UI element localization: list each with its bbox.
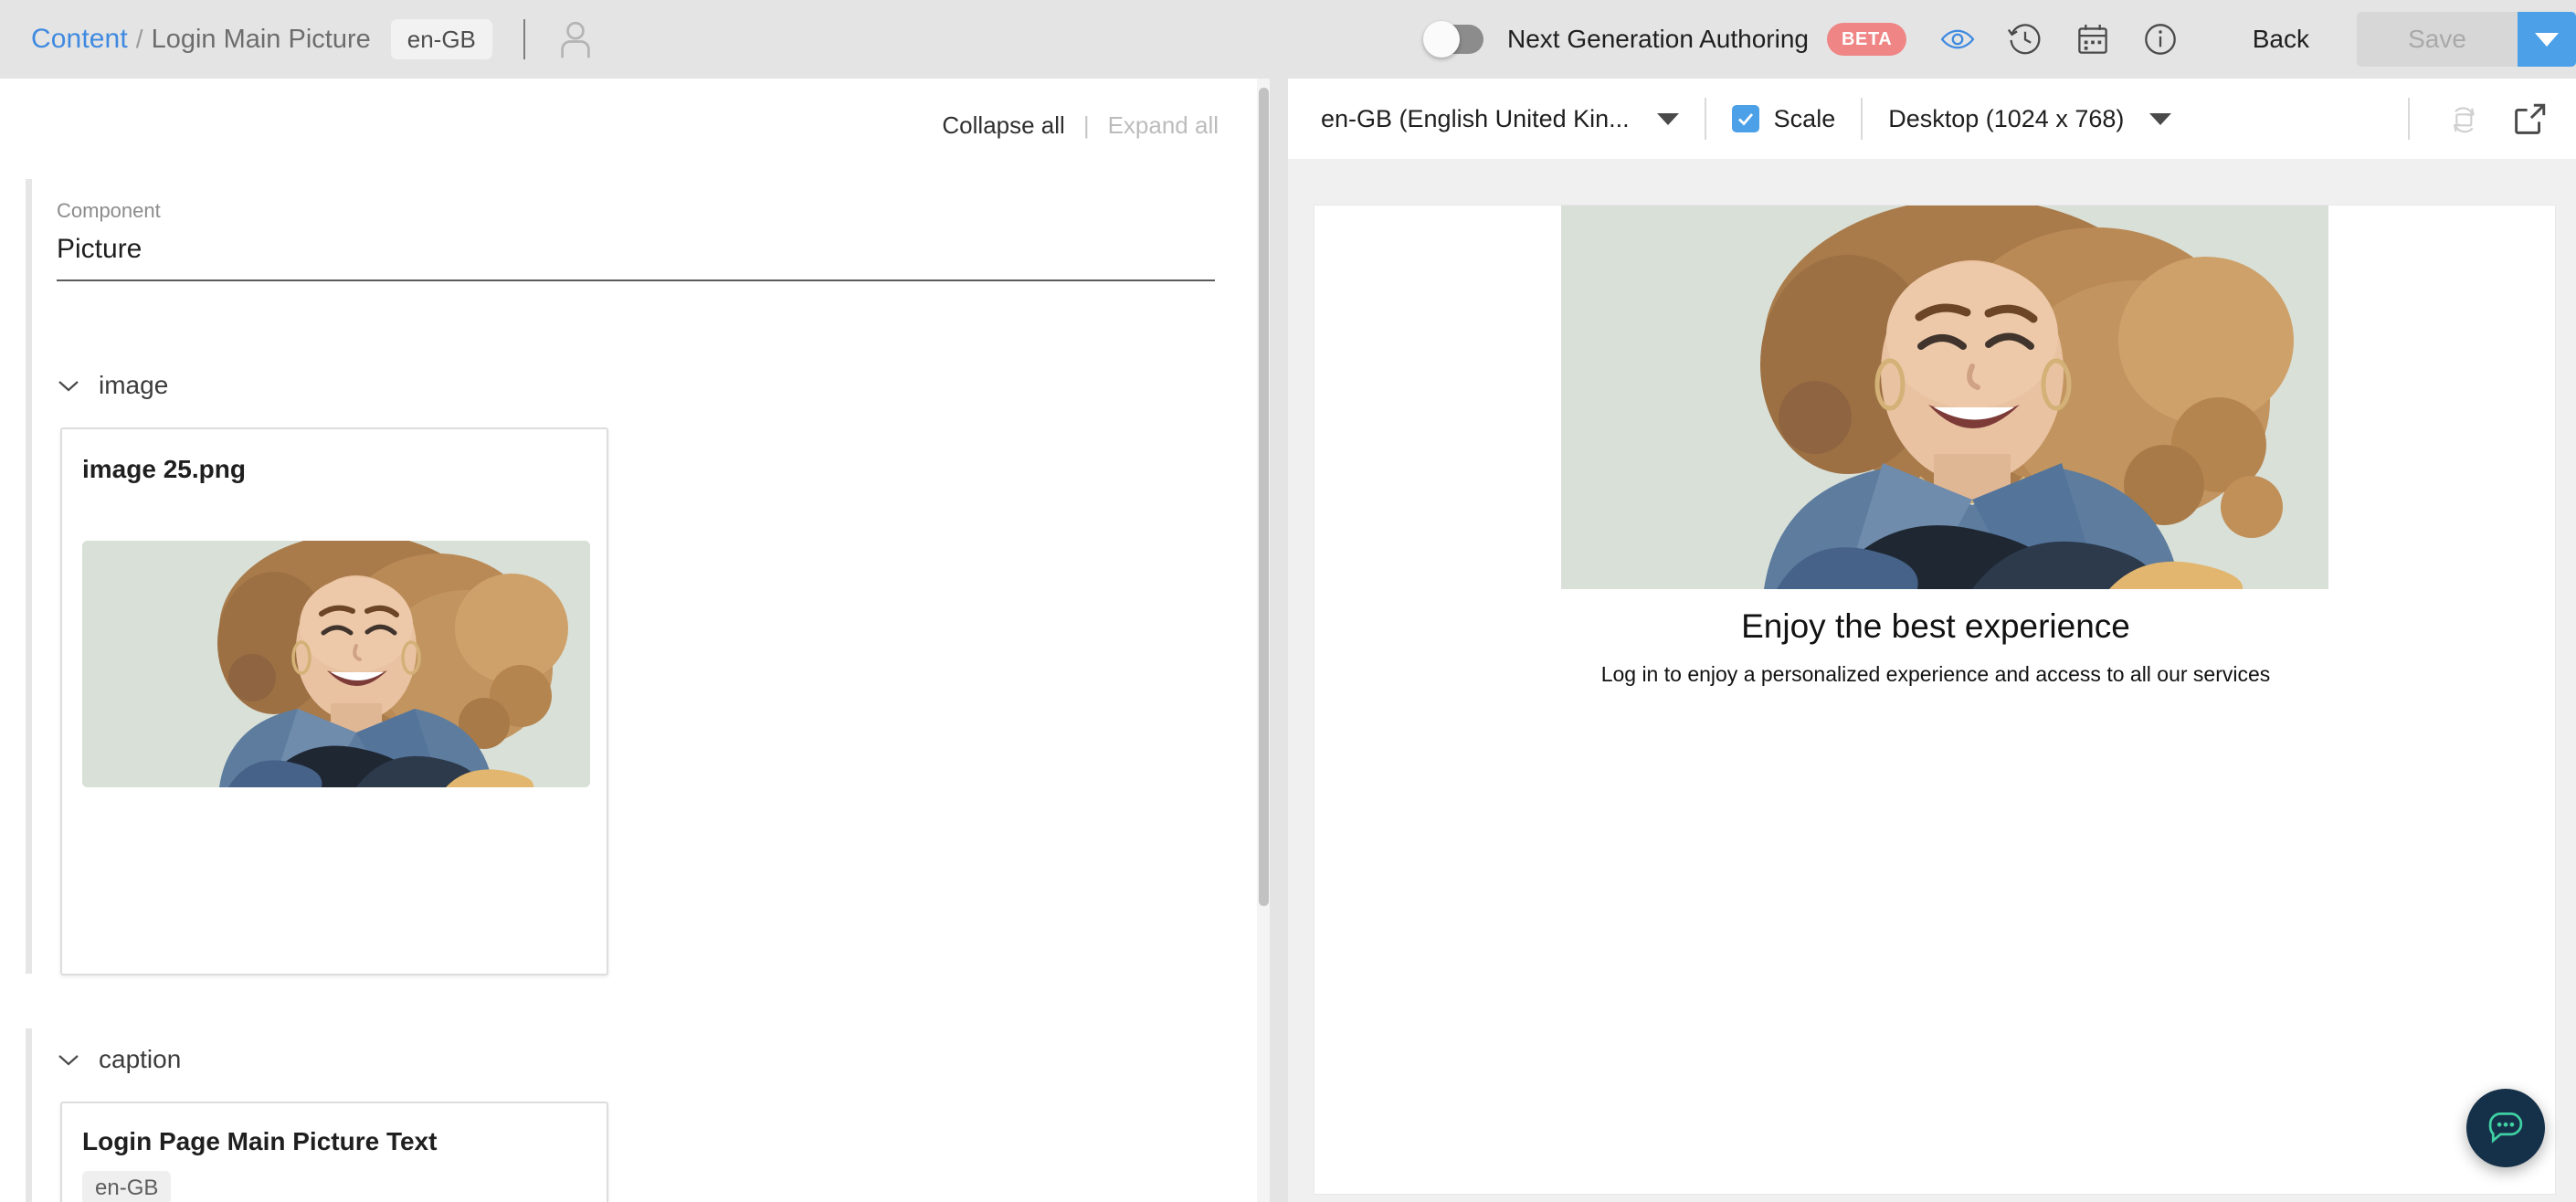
- section-header-caption[interactable]: caption: [57, 1045, 181, 1074]
- caption-item-title: Login Page Main Picture Text: [82, 1127, 437, 1156]
- preview-heading: Enjoy the best experience: [1314, 607, 2556, 646]
- component-name-input[interactable]: [57, 225, 1215, 281]
- check-icon: [1736, 109, 1756, 129]
- preview-locale-select[interactable]: en-GB (English United Kin...: [1321, 105, 1679, 133]
- collapse-all-link[interactable]: Collapse all: [942, 111, 1064, 140]
- preview-toolbar-divider: [1705, 98, 1706, 140]
- history-clock-icon[interactable]: [2007, 21, 2043, 58]
- image-section-accent-bar: [26, 353, 32, 974]
- toolbar-actions: Back Save: [2253, 0, 2576, 79]
- preview-rendered-page: Enjoy the best experience Log in to enjo…: [1314, 205, 2556, 1195]
- next-gen-authoring-label: Next Generation Authoring: [1507, 25, 1809, 54]
- woman-photo-illustration: [82, 541, 590, 787]
- info-circle-icon[interactable]: [2142, 21, 2179, 58]
- back-button[interactable]: Back: [2253, 25, 2309, 54]
- chevron-down-icon: [57, 1052, 80, 1067]
- breadcrumb-locale-badge[interactable]: en-GB: [391, 19, 492, 59]
- save-button[interactable]: Save: [2357, 12, 2518, 67]
- component-field-label: Component: [57, 199, 161, 223]
- breadcrumb-root-link[interactable]: Content: [31, 24, 128, 55]
- preview-toolbar: en-GB (English United Kin... Scale Deskt…: [1288, 79, 2576, 159]
- expand-all-link[interactable]: Expand all: [1108, 111, 1219, 140]
- caption-locale-chip: en-GB: [82, 1171, 171, 1202]
- component-editor-panel: Collapse all | Expand all Component imag…: [0, 79, 1270, 1202]
- caption-section-accent-bar: [26, 1028, 32, 1202]
- chat-bubble-icon: [2483, 1105, 2528, 1151]
- toolbar-icon-group: [1939, 21, 2179, 58]
- calendar-icon[interactable]: [2075, 21, 2111, 58]
- next-gen-authoring-toggle[interactable]: [1425, 25, 1483, 54]
- scale-label: Scale: [1774, 105, 1836, 133]
- image-asset-card[interactable]: image 25.png: [60, 427, 608, 975]
- beta-badge: BETA: [1827, 23, 1906, 56]
- preview-viewport: Enjoy the best experience Log in to enjo…: [1288, 159, 2576, 1202]
- top-toolbar: Content / Login Main Picture en-GB Next …: [0, 0, 2576, 79]
- preview-locale-value: en-GB (English United Kin...: [1321, 105, 1630, 133]
- toolbar-divider: [523, 19, 525, 59]
- checkbox-checked-box: [1732, 105, 1759, 132]
- save-dropdown-button[interactable]: [2518, 12, 2576, 67]
- section-title-image: image: [99, 371, 168, 400]
- caption-content-card[interactable]: Login Page Main Picture Text en-GB: [60, 1102, 608, 1202]
- preview-toolbar-divider-2: [1861, 98, 1863, 140]
- chevron-down-icon: [2535, 33, 2559, 47]
- breadcrumb-current-item: Login Main Picture: [152, 25, 371, 55]
- preview-device-select[interactable]: Desktop (1024 x 768): [1888, 105, 2171, 133]
- rotate-device-icon[interactable]: [2444, 100, 2481, 137]
- image-asset-thumbnail: [82, 541, 590, 787]
- chevron-down-icon: [2149, 113, 2171, 125]
- preview-panel: en-GB (English United Kin... Scale Deskt…: [1288, 79, 2576, 1202]
- next-gen-authoring-group: Next Generation Authoring BETA: [1425, 0, 2179, 79]
- preview-toolbar-actions: [2408, 79, 2549, 159]
- woman-photo-illustration-large: [1561, 206, 2328, 589]
- collapse-expand-divider: |: [1083, 111, 1090, 140]
- breadcrumb: Content / Login Main Picture en-GB: [31, 19, 595, 59]
- chevron-down-icon: [1657, 113, 1679, 125]
- collapse-expand-controls: Collapse all | Expand all: [942, 111, 1219, 140]
- scale-checkbox[interactable]: Scale: [1732, 105, 1836, 133]
- chat-bubble-fab[interactable]: [2466, 1089, 2545, 1167]
- chevron-down-icon: [57, 378, 80, 393]
- open-external-icon[interactable]: [2512, 100, 2549, 137]
- save-button-group: Save: [2357, 12, 2576, 67]
- section-title-caption: caption: [99, 1045, 181, 1074]
- preview-subheading: Log in to enjoy a personalized experienc…: [1314, 662, 2556, 687]
- preview-toolbar-divider-3: [2408, 98, 2410, 140]
- toggle-knob: [1423, 21, 1460, 58]
- breadcrumb-separator: /: [136, 25, 143, 54]
- image-asset-filename: image 25.png: [82, 455, 246, 484]
- section-header-image[interactable]: image: [57, 371, 168, 400]
- left-panel-scrollbar-thumb[interactable]: [1259, 88, 1269, 906]
- panel-divider-gap: [1270, 79, 1288, 1202]
- preview-hero-image: [1561, 206, 2328, 589]
- user-avatar-icon[interactable]: [556, 19, 595, 59]
- preview-device-value: Desktop (1024 x 768): [1888, 105, 2124, 133]
- eye-preview-icon[interactable]: [1939, 21, 1976, 58]
